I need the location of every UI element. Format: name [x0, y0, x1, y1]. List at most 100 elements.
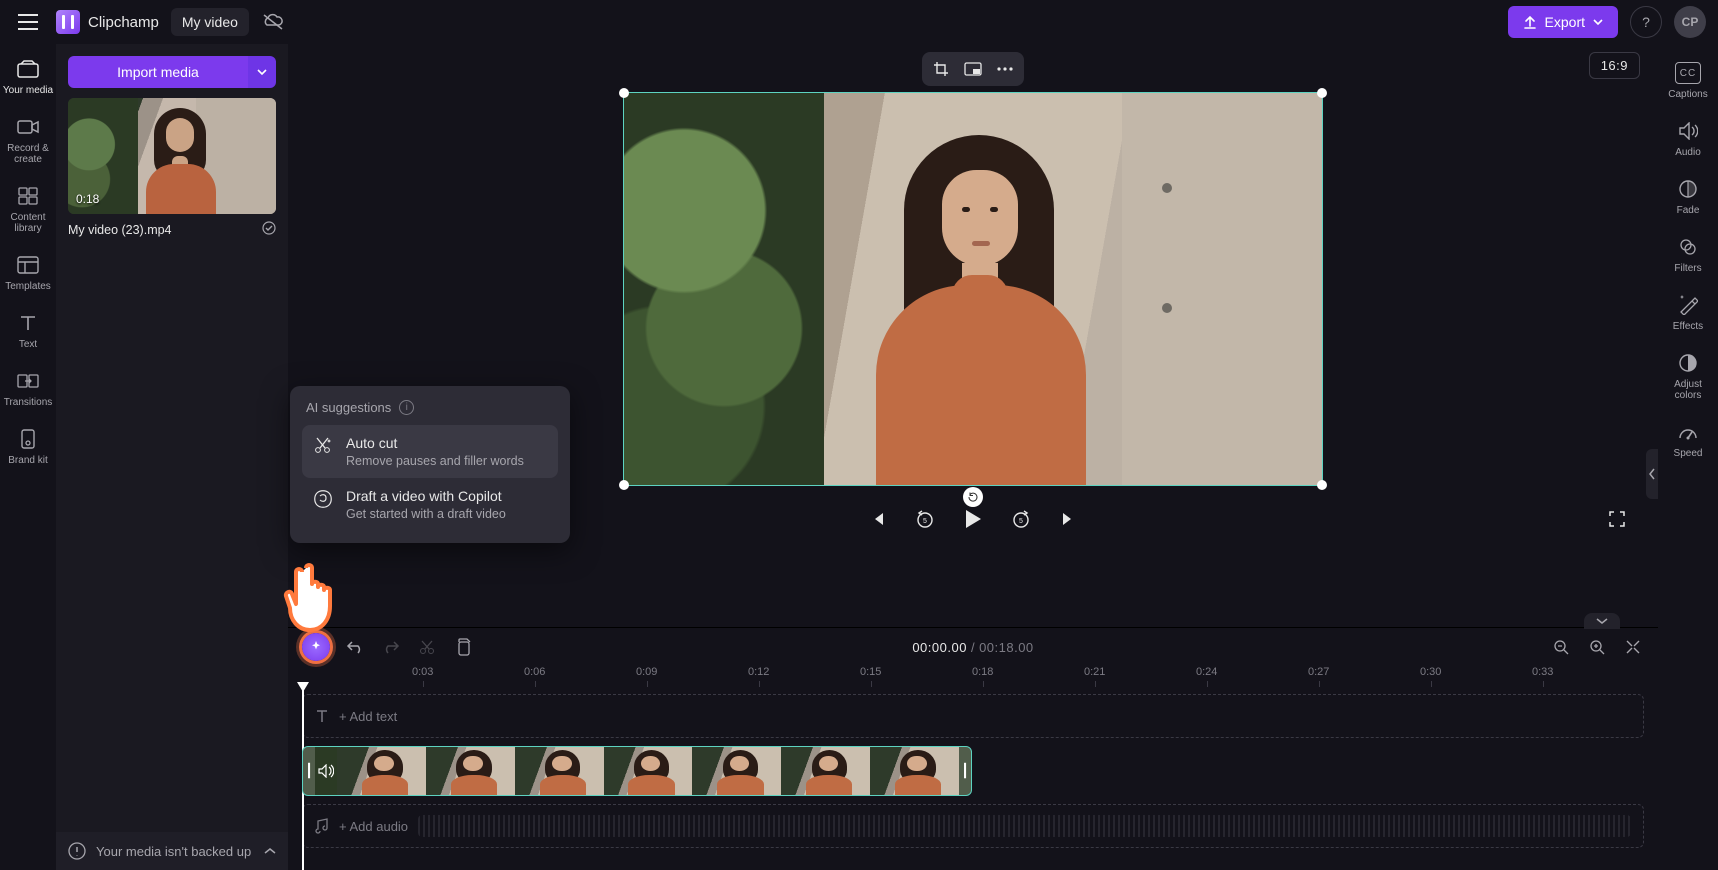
nav-your-media[interactable]: Your media: [0, 50, 56, 104]
app-name: Clipchamp: [88, 14, 159, 31]
speed-icon: [1675, 419, 1701, 445]
chevron-down-icon: [1593, 18, 1603, 26]
skip-end-button[interactable]: [1054, 504, 1084, 534]
text-icon: [315, 709, 329, 723]
skip-start-button[interactable]: [862, 504, 892, 534]
left-sidebar: Your media Record & create Content libra…: [0, 44, 56, 870]
nav-captions[interactable]: CC Captions: [1660, 54, 1716, 108]
right-panel-expand[interactable]: [1646, 449, 1658, 499]
preview-canvas[interactable]: [623, 92, 1323, 486]
pip-button[interactable]: [958, 56, 988, 82]
import-media-button[interactable]: Import media: [68, 56, 248, 88]
clip-filename: My video (23).mp4: [68, 223, 172, 237]
chevron-down-icon: [257, 68, 267, 76]
hamburger-menu[interactable]: [12, 6, 44, 38]
nav-adjust-colors[interactable]: Adjust colors: [1660, 344, 1716, 409]
undo-button[interactable]: [344, 636, 366, 658]
info-icon[interactable]: i: [399, 400, 414, 415]
export-button[interactable]: Export: [1508, 6, 1618, 38]
timeline: 00:00.00/00:18.00 0:03 0:06 0:09 0:12 0:…: [288, 627, 1658, 870]
library-icon: [15, 183, 41, 209]
ai-suggestions-button[interactable]: [302, 633, 330, 661]
right-sidebar: CC Captions Audio Fade Filters Effects A…: [1658, 44, 1718, 870]
user-avatar[interactable]: CP: [1674, 6, 1706, 38]
nav-filters[interactable]: Filters: [1660, 228, 1716, 282]
nav-templates[interactable]: Templates: [0, 246, 56, 300]
nav-audio[interactable]: Audio: [1660, 112, 1716, 166]
add-audio-track[interactable]: + Add audio: [302, 804, 1644, 848]
zoom-out-button[interactable]: [1550, 636, 1572, 658]
backup-status-bar[interactable]: Your media isn't backed up: [56, 832, 288, 870]
fullscreen-button[interactable]: [1602, 504, 1632, 534]
video-track: ┃ ┃: [302, 746, 1644, 796]
audio-waveform-placeholder: [418, 815, 1631, 837]
nav-text[interactable]: Text: [0, 304, 56, 358]
import-media-dropdown[interactable]: [248, 56, 276, 88]
svg-text:5: 5: [923, 518, 927, 525]
crop-button[interactable]: [926, 56, 956, 82]
text-icon: [15, 310, 41, 336]
skip-forward-button[interactable]: 5: [1006, 504, 1036, 534]
warning-icon: [68, 842, 86, 860]
copy-button[interactable]: [452, 636, 474, 658]
media-icon: [15, 56, 41, 82]
nav-brand-kit[interactable]: Brand kit: [0, 420, 56, 474]
brand-kit-icon: [15, 426, 41, 452]
clip-audio-icon[interactable]: [315, 747, 337, 795]
ai-popup-header: AI suggestions: [306, 400, 391, 415]
templates-icon: [15, 252, 41, 278]
chevron-up-icon: [264, 846, 276, 856]
timeline-tracks: + Add text ┃: [288, 688, 1658, 870]
copilot-icon: [312, 488, 334, 510]
project-title[interactable]: My video: [171, 8, 249, 36]
add-text-track[interactable]: + Add text: [302, 694, 1644, 738]
nav-transitions[interactable]: Transitions: [0, 362, 56, 416]
nav-speed[interactable]: Speed: [1660, 413, 1716, 467]
redo-button[interactable]: [380, 636, 402, 658]
nav-fade[interactable]: Fade: [1660, 170, 1716, 224]
help-button[interactable]: ?: [1630, 6, 1662, 38]
nav-effects[interactable]: Effects: [1660, 286, 1716, 340]
app-logo[interactable]: Clipchamp: [56, 10, 159, 34]
transitions-icon: [15, 368, 41, 394]
ai-suggestions-popup: AI suggestions i Auto cut Remove pauses …: [290, 386, 570, 543]
audio-icon: [1675, 118, 1701, 144]
filters-icon: [1675, 234, 1701, 260]
fade-icon: [1675, 176, 1701, 202]
resize-handle-tr[interactable]: [1317, 88, 1327, 98]
clip-duration: 0:18: [76, 192, 99, 206]
ai-option-copilot-draft[interactable]: Draft a video with Copilot Get started w…: [302, 478, 558, 531]
more-options-button[interactable]: [990, 56, 1020, 82]
upload-icon: [1523, 15, 1537, 29]
skip-back-button[interactable]: 5: [910, 504, 940, 534]
clip-added-icon: [262, 221, 276, 238]
export-label: Export: [1545, 14, 1585, 30]
media-clip[interactable]: 0:18 My video (23).mp4: [68, 98, 276, 238]
split-button[interactable]: [416, 636, 438, 658]
effects-icon: [1675, 292, 1701, 318]
nav-content-library[interactable]: Content library: [0, 177, 56, 242]
media-clip-thumbnail: 0:18: [68, 98, 276, 214]
zoom-in-button[interactable]: [1586, 636, 1608, 658]
resize-handle-tl[interactable]: [619, 88, 629, 98]
zoom-fit-button[interactable]: [1622, 636, 1644, 658]
clip-trim-end[interactable]: ┃: [959, 747, 971, 795]
clip-trim-start[interactable]: ┃: [303, 747, 315, 795]
svg-text:5: 5: [1019, 518, 1023, 525]
timeline-ruler[interactable]: 0:03 0:06 0:09 0:12 0:15 0:18 0:21 0:24 …: [302, 666, 1644, 688]
camera-icon: [15, 114, 41, 140]
clip-frames: [337, 747, 959, 795]
timeline-clip[interactable]: ┃ ┃: [302, 746, 972, 796]
captions-icon: CC: [1675, 60, 1701, 86]
scissors-sparkle-icon: [312, 435, 334, 457]
play-button[interactable]: [958, 504, 988, 534]
media-panel: Import media 0:18 My video (23).mp4: [56, 44, 288, 870]
music-icon: [315, 818, 329, 834]
nav-record-create[interactable]: Record & create: [0, 108, 56, 173]
cloud-off-icon[interactable]: [261, 10, 285, 34]
aspect-ratio-selector[interactable]: 16:9: [1589, 52, 1640, 79]
ai-option-auto-cut[interactable]: Auto cut Remove pauses and filler words: [302, 425, 558, 478]
clipchamp-logo-icon: [56, 10, 80, 34]
adjust-colors-icon: [1675, 350, 1701, 376]
timeline-collapse-button[interactable]: [1584, 613, 1620, 629]
